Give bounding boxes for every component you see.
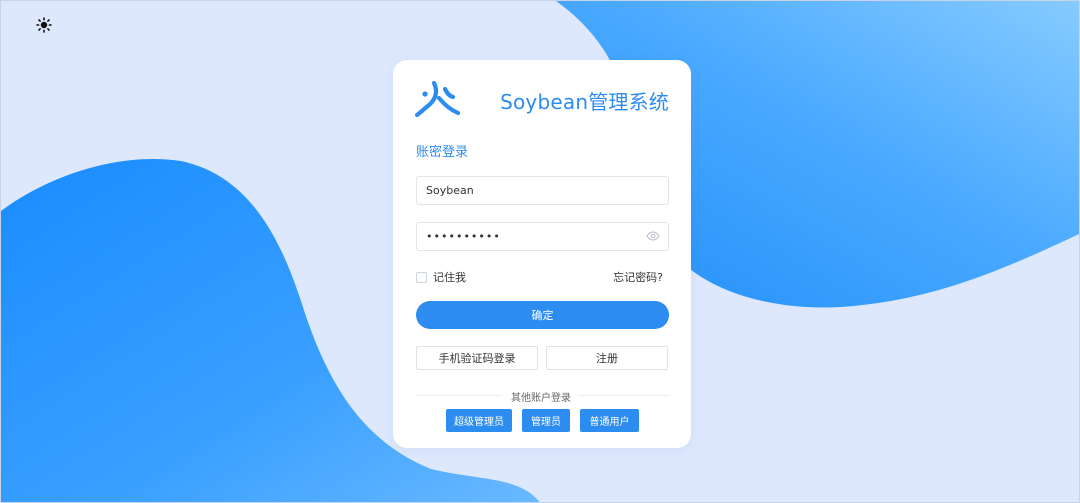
- username-input[interactable]: [416, 176, 669, 205]
- admin-button[interactable]: 管理员: [522, 409, 570, 432]
- app-title: Soybean管理系统: [500, 90, 669, 114]
- divider-line-left: [416, 395, 501, 396]
- divider-line-right: [579, 395, 669, 396]
- sun-icon: [36, 17, 52, 33]
- form-title: 账密登录: [416, 145, 469, 160]
- forgot-password-link[interactable]: 忘记密码?: [613, 269, 663, 285]
- remember-me-label: 记住我: [433, 271, 466, 284]
- login-card: Soybean管理系统 账密登录 记住我 忘记密码? 确定 手机验证码登录 注册…: [393, 60, 691, 448]
- other-login-label: 其他账户登录: [511, 393, 571, 404]
- remember-me[interactable]: 记住我: [416, 269, 466, 285]
- soybean-logo-icon: [415, 80, 461, 118]
- eye-icon[interactable]: [646, 231, 660, 241]
- super-admin-button[interactable]: 超级管理员: [446, 409, 512, 432]
- normal-user-button[interactable]: 普通用户: [580, 409, 639, 432]
- confirm-button[interactable]: 确定: [416, 301, 669, 329]
- theme-toggle-button[interactable]: [35, 16, 53, 34]
- register-button[interactable]: 注册: [546, 346, 668, 370]
- login-page: Soybean管理系统 账密登录 记住我 忘记密码? 确定 手机验证码登录 注册…: [0, 0, 1080, 503]
- password-input[interactable]: [416, 222, 669, 251]
- remember-me-checkbox[interactable]: [416, 271, 427, 283]
- sms-login-button[interactable]: 手机验证码登录: [416, 346, 538, 370]
